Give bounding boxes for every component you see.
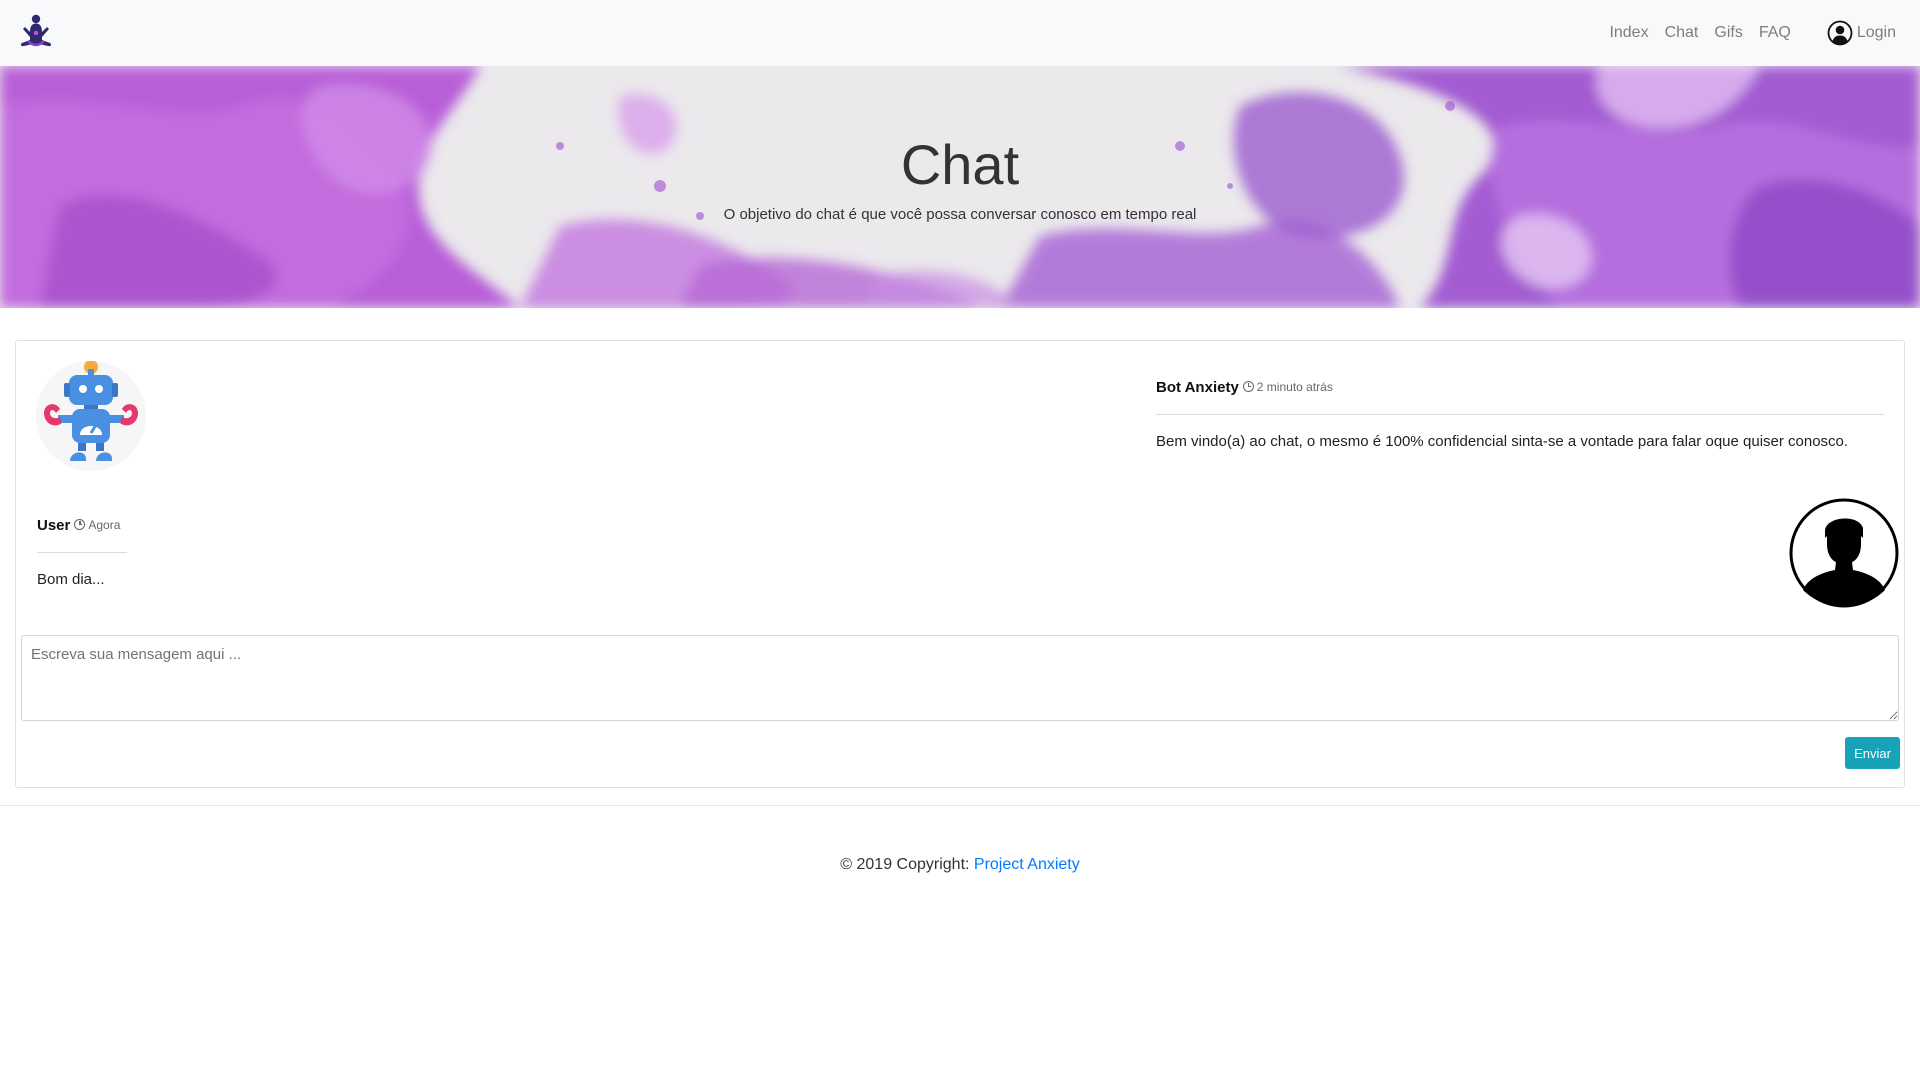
footer-link[interactable]: Project Anxiety [974, 856, 1080, 873]
footer-copyright: © 2019 Copyright: [840, 856, 974, 873]
user-name: User [37, 517, 71, 534]
bot-avatar [36, 361, 146, 471]
login-label: Login [1856, 24, 1896, 41]
user-time: Agora [74, 518, 120, 532]
chat-panel: Bot Anxiety 2 minuto atrás Bem vindo(a) … [15, 340, 1905, 788]
bot-name: Bot Anxiety [1156, 379, 1239, 396]
user-message: User Agora Bom dia... [37, 517, 127, 588]
meditation-logo-icon[interactable] [16, 13, 56, 53]
clock-icon [1242, 381, 1254, 392]
bot-message-text: Bem vindo(a) ao chat, o mesmo é 100% con… [1156, 433, 1849, 450]
user-time-label: Agora [88, 517, 121, 532]
footer-divider [0, 805, 1920, 806]
navbar: Index Chat Gifs FAQ Login [0, 0, 1920, 66]
nav-link-chat[interactable]: Chat [1665, 24, 1699, 42]
bot-message-header: Bot Anxiety 2 minuto atrás [1156, 379, 1884, 415]
bot-time-label: 2 minuto atrás [1256, 379, 1333, 394]
send-button[interactable]: Enviar [1845, 737, 1900, 769]
page-title: Chat [900, 133, 1020, 196]
hero-banner: Chat O objetivo do chat é que você possa… [0, 66, 1920, 308]
footer: © 2019 Copyright: Project Anxiety [0, 856, 1920, 874]
user-silhouette-icon [1789, 498, 1899, 608]
clock-icon [74, 519, 86, 530]
user-message-text: Bom dia... [37, 571, 105, 588]
user-circle-icon [1827, 20, 1853, 46]
login-button[interactable]: Login [1827, 20, 1896, 46]
nav-links: Index Chat Gifs FAQ Login [1593, 0, 1896, 66]
nav-link-index[interactable]: Index [1609, 24, 1648, 42]
message-input[interactable] [21, 635, 1899, 721]
page-subtitle: O objetivo do chat é que você possa conv… [723, 206, 1197, 223]
bot-time: 2 minuto atrás [1242, 379, 1333, 394]
nav-link-gifs[interactable]: Gifs [1714, 24, 1742, 42]
nav-link-faq[interactable]: FAQ [1759, 24, 1791, 42]
bot-message: Bot Anxiety 2 minuto atrás Bem vindo(a) … [1156, 379, 1884, 450]
user-message-header: User Agora [37, 517, 127, 553]
robot-icon [44, 361, 138, 461]
